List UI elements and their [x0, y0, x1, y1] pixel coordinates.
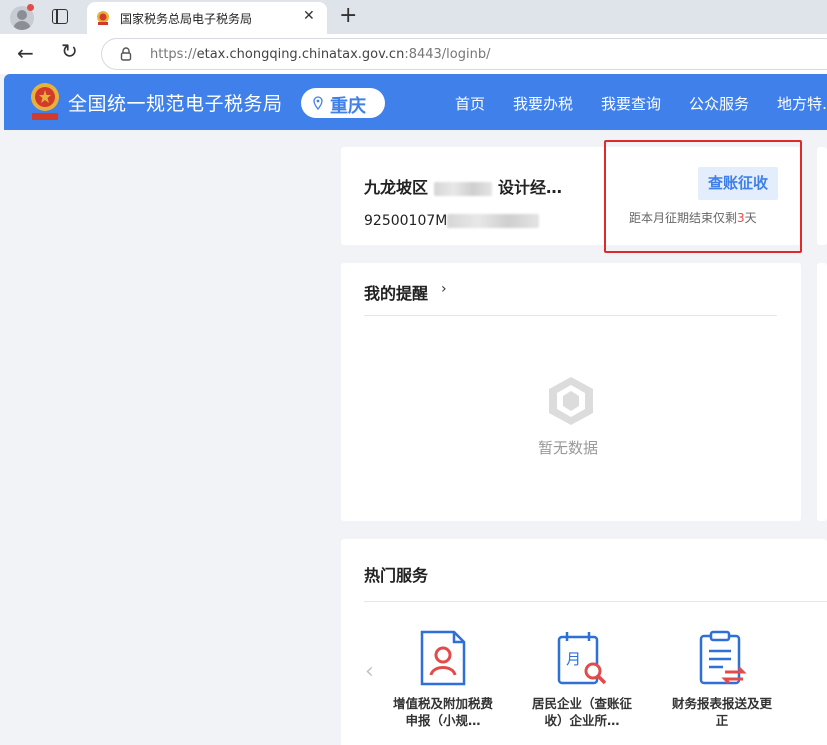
hot-services-card: 热门服务 ‹ 增值税及附加税费申报（小规… 月 居民企业（查账征收）企业所… 财… [341, 539, 827, 745]
browser-tab-active[interactable]: 国家税务总局电子税务局 ✕ [87, 2, 327, 34]
taxpayer-id: 92500107M [364, 213, 540, 229]
divider [364, 601, 827, 602]
chevron-right-icon[interactable]: › [441, 281, 447, 297]
svg-text:月: 月 [566, 650, 581, 668]
service-label: 居民企业（查账征收）企业所… [531, 696, 632, 728]
service-financial-statements[interactable]: 财务报表报送及更正 [667, 629, 777, 729]
site-header: 全国统一规范电子税务局 重庆 首页 我要办税 我要查询 公众服务 地方特… [4, 74, 827, 130]
reminders-title[interactable]: 我的提醒 [364, 280, 428, 304]
service-label: 财务报表报送及更正 [671, 696, 772, 728]
clipboard-exchange-icon [699, 630, 747, 685]
empty-state-text: 暂无数据 [538, 439, 599, 457]
back-arrow-icon[interactable]: ← [17, 41, 34, 65]
empty-box-icon [549, 377, 593, 425]
site-title[interactable]: 全国统一规范电子税务局 [68, 89, 283, 116]
nav-home[interactable]: 首页 [455, 93, 485, 114]
service-corporate-income-tax[interactable]: 月 居民企业（查账征收）企业所… [527, 629, 637, 729]
reload-icon[interactable]: ↻ [61, 39, 78, 63]
calendar-search-icon: 月 [557, 632, 607, 685]
city-selector[interactable]: 重庆 [301, 88, 385, 118]
lock-icon[interactable] [120, 47, 132, 61]
browser-toolbar: ← ↻ https://etax.chongqing.chinatax.gov.… [0, 34, 827, 74]
nav-query[interactable]: 我要查询 [601, 93, 661, 114]
carousel-prev-icon[interactable]: ‹ [365, 659, 374, 684]
divider [364, 315, 777, 316]
national-emblem-logo-icon[interactable] [28, 81, 62, 123]
nav-do-tax[interactable]: 我要办税 [513, 93, 573, 114]
service-vat-filing[interactable]: 增值税及附加税费申报（小规… [388, 629, 498, 729]
city-name: 重庆 [330, 96, 366, 117]
address-bar[interactable]: https://etax.chongqing.chinatax.gov.cn:8… [101, 38, 827, 70]
location-pin-icon [313, 96, 323, 110]
person-document-icon [420, 630, 466, 686]
adjacent-card-edge [817, 263, 827, 521]
notification-dot [27, 4, 34, 11]
browser-tab-strip: 国家税务总局电子税务局 ✕ + [0, 0, 827, 34]
nav-local-features[interactable]: 地方特… [777, 93, 827, 114]
hot-services-title: 热门服务 [364, 566, 429, 585]
tab-actions-icon[interactable] [52, 9, 68, 24]
close-tab-icon[interactable]: ✕ [303, 8, 315, 24]
tax-emblem-favicon-icon [97, 11, 109, 25]
red-highlight-annotation [604, 140, 802, 253]
company-name: 九龙坡区 设计经… [364, 178, 563, 197]
url-text[interactable]: https://etax.chongqing.chinatax.gov.cn:8… [150, 47, 490, 62]
tab-title: 国家税务总局电子税务局 [120, 12, 253, 26]
new-tab-icon[interactable]: + [339, 3, 357, 29]
reminders-card: 我的提醒 › 暂无数据 [341, 263, 801, 521]
nav-public-service[interactable]: 公众服务 [689, 93, 749, 114]
service-label: 增值税及附加税费申报（小规… [392, 696, 493, 728]
adjacent-card-edge [817, 147, 827, 245]
